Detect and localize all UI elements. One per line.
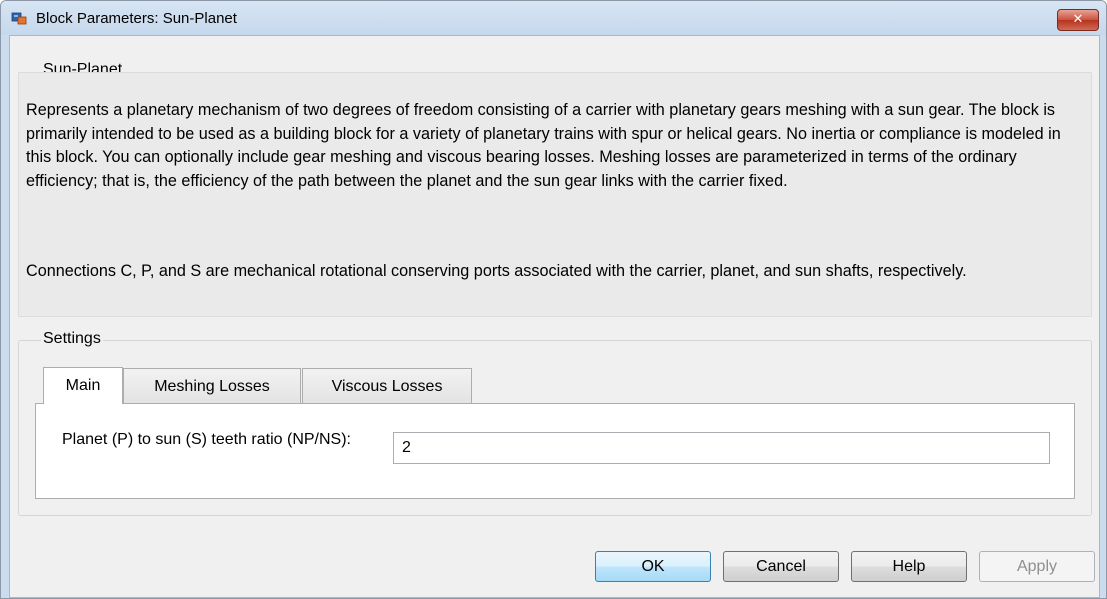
teeth-ratio-input[interactable] (393, 432, 1050, 464)
close-icon: ✕ (1072, 12, 1084, 27)
window-title: Block Parameters: Sun-Planet (36, 10, 237, 27)
ports-description-text: Connections C, P, and S are mechanical r… (26, 262, 967, 280)
cancel-button[interactable]: Cancel (723, 551, 839, 582)
tab-viscous-losses[interactable]: Viscous Losses (302, 368, 472, 403)
apply-button[interactable]: Apply (979, 551, 1095, 582)
tab-main[interactable]: Main (43, 367, 123, 404)
tab-meshing-losses[interactable]: Meshing Losses (123, 368, 301, 403)
help-button[interactable]: Help (851, 551, 967, 582)
close-button[interactable]: ✕ (1057, 9, 1099, 31)
title-bar[interactable]: Block Parameters: Sun-Planet ✕ (1, 1, 1106, 35)
teeth-ratio-label: Planet (P) to sun (S) teeth ratio (NP/NS… (62, 431, 351, 448)
simulink-block-icon (11, 12, 27, 25)
ok-button[interactable]: OK (595, 551, 711, 582)
settings-group-label: Settings (41, 330, 103, 348)
block-description-text: Represents a planetary mechanism of two … (26, 101, 1061, 190)
